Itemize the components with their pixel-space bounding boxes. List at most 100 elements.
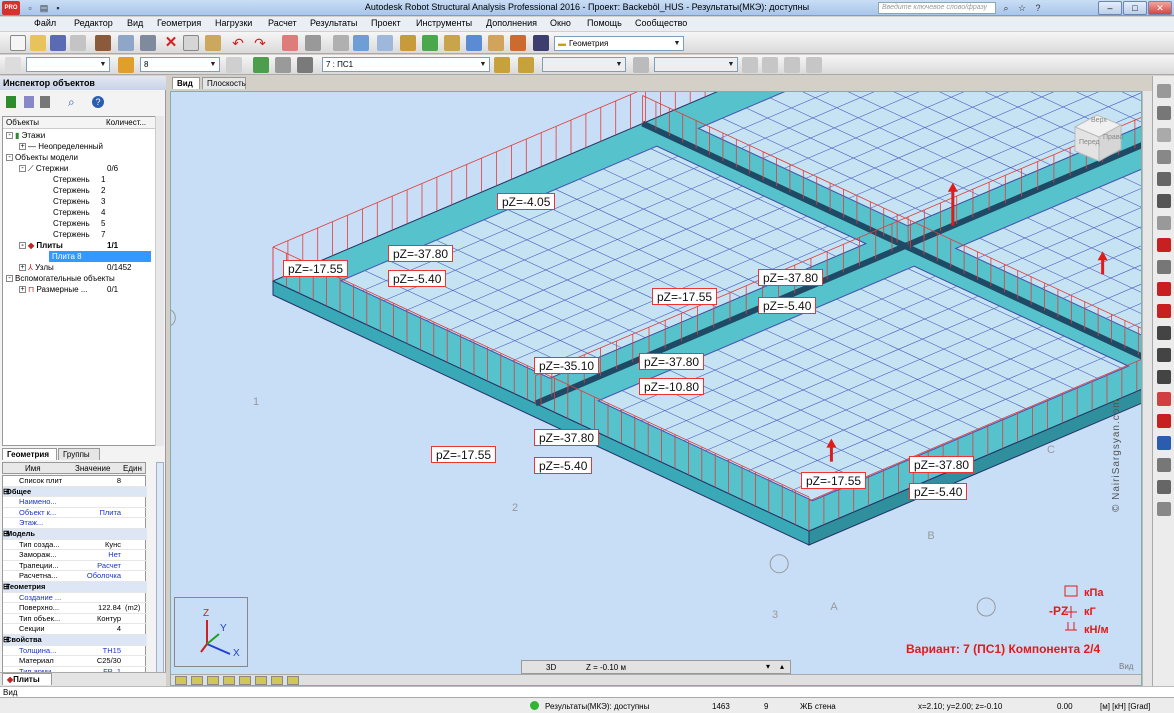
tool-1-icon[interactable] [1157, 84, 1171, 98]
view-option-7-icon[interactable] [271, 676, 283, 685]
node-list-input[interactable]: ▼ [26, 57, 110, 72]
property-row[interactable]: Трапеции... Расчет [3, 561, 147, 572]
collapse-icon[interactable]: - [19, 165, 26, 173]
tool-15-icon[interactable] [1157, 392, 1171, 406]
chevron-down-icon[interactable]: ▾ [766, 662, 770, 671]
tool-13-icon[interactable] [1157, 348, 1171, 362]
case-list-icon[interactable] [297, 57, 313, 73]
bar-selection-icon[interactable] [118, 57, 134, 73]
structure-icon[interactable] [742, 57, 758, 73]
layout-select[interactable]: ▬ Геометрия ▼ [554, 36, 684, 51]
property-value[interactable]: 8 [75, 476, 121, 486]
property-row[interactable]: Объект к... Плита [3, 508, 147, 519]
property-row[interactable]: Создание ... [3, 593, 147, 604]
tree-item-undefined[interactable]: + — Неопределенный [19, 141, 103, 152]
redo-icon[interactable]: ↷ [252, 35, 268, 51]
minimize-button[interactable]: – [1098, 1, 1122, 15]
wrench-icon[interactable] [510, 35, 526, 51]
component-icon[interactable] [518, 57, 534, 73]
screenshot-icon[interactable] [140, 35, 156, 51]
tree-item-slabs[interactable]: - ◆ Плиты [19, 240, 63, 251]
menu-design[interactable]: Проект [371, 18, 401, 28]
node-selection-icon[interactable] [5, 57, 21, 73]
tab-view[interactable]: Вид [172, 77, 200, 89]
mode-icon[interactable] [633, 57, 649, 73]
command-line[interactable]: Вид [0, 686, 1174, 697]
tool-20-icon[interactable] [1157, 502, 1171, 516]
property-row[interactable]: Список плит 8 [3, 476, 147, 487]
menu-addons[interactable]: Дополнения [486, 18, 537, 28]
property-section[interactable]: ⊟ Модель [3, 529, 147, 540]
menu-help[interactable]: Помощь [587, 18, 622, 28]
view-option-2-icon[interactable] [191, 676, 203, 685]
status-units[interactable]: [м] [кН] [Grad] [1100, 702, 1150, 711]
filter-icon[interactable] [24, 96, 34, 108]
component-select[interactable]: ▼ [542, 57, 626, 72]
menu-edit[interactable]: Редактор [74, 18, 113, 28]
property-value[interactable]: 122.84 [75, 603, 121, 613]
measure-icon[interactable] [466, 35, 482, 51]
case-selection-icon[interactable] [253, 57, 269, 73]
property-value[interactable]: Нет [75, 550, 121, 560]
tree-item-bar[interactable]: Стержень [53, 229, 90, 240]
expand-icon[interactable]: + [19, 143, 26, 151]
property-row[interactable]: Секции 4 [3, 624, 147, 635]
tab-geometry[interactable]: Геометрия [2, 448, 57, 460]
view-cube[interactable]: Верх Перед Право [1069, 107, 1131, 163]
view-cube-top[interactable]: Верх [1091, 117, 1107, 124]
menu-geometry[interactable]: Геометрия [157, 18, 201, 28]
menu-community[interactable]: Сообщество [635, 18, 687, 28]
tree-icon[interactable] [6, 96, 16, 108]
columns-icon[interactable] [40, 96, 50, 108]
view-option-1-icon[interactable] [175, 676, 187, 685]
property-row[interactable]: Заморaж... Нет [3, 550, 147, 561]
property-row[interactable]: Материал C25/30 [3, 656, 147, 667]
paste-icon[interactable] [205, 35, 221, 51]
property-value[interactable]: Кунс [75, 540, 121, 550]
tool-19-icon[interactable] [1157, 480, 1171, 494]
property-row[interactable]: Расчетна... Оболочка [3, 571, 147, 582]
tree-item-dimensions[interactable]: + ⊓ Размерные ... [19, 284, 88, 295]
property-value[interactable]: TH15 [75, 646, 121, 656]
tool-10-icon[interactable] [1157, 282, 1171, 296]
chart-icon[interactable] [488, 35, 504, 51]
mode-select[interactable]: ▼ [654, 57, 738, 72]
collapse-icon[interactable]: - [6, 132, 13, 140]
property-row[interactable]: Поверхно... 122.84 (m2) [3, 603, 147, 614]
tool-18-icon[interactable] [1157, 458, 1171, 472]
tool-12-icon[interactable] [1157, 326, 1171, 340]
view-option-8-icon[interactable] [287, 676, 299, 685]
collapse-icon[interactable]: - [6, 275, 13, 283]
tree-header-objects[interactable]: Объекты [6, 118, 39, 127]
tool-5-icon[interactable] [1157, 172, 1171, 186]
level-value[interactable]: Z = -0.10 м [586, 663, 626, 672]
tool-4-icon[interactable] [1157, 150, 1171, 164]
tool-7-icon[interactable] [1157, 216, 1171, 230]
print-icon[interactable] [70, 35, 86, 51]
case-icon[interactable] [275, 57, 291, 73]
tree-item-aux-objects[interactable]: - Вспомогательные объекты [6, 273, 115, 284]
property-row[interactable]: Тип созда... Кунс [3, 540, 147, 551]
tree-item-bar[interactable]: Стержень [53, 196, 90, 207]
tree-item-stories[interactable]: - ▮ Этажи [6, 130, 45, 141]
chevron-up-icon[interactable]: ▴ [780, 662, 784, 671]
property-row[interactable]: Наимено... [3, 497, 147, 508]
property-row[interactable]: Тип объек... Контур [3, 614, 147, 625]
property-value[interactable]: Контур [75, 614, 121, 624]
property-value[interactable]: 4 [75, 624, 121, 634]
search-input[interactable]: Введите ключевое слово/фразу [878, 2, 996, 14]
property-value[interactable]: Расчет [75, 561, 121, 571]
design-icon[interactable] [444, 35, 460, 51]
tool-17-icon[interactable] [1157, 436, 1171, 450]
collapse-icon[interactable]: - [19, 242, 26, 250]
view-cube-front[interactable]: Перед [1079, 139, 1100, 146]
menu-view[interactable]: Вид [127, 18, 143, 28]
structure-copy-icon[interactable] [762, 57, 778, 73]
graph-icon[interactable] [422, 35, 438, 51]
maximize-button[interactable]: □ [1123, 1, 1147, 15]
property-section[interactable]: ⊟ Общее [3, 486, 147, 498]
expand-icon[interactable]: + [19, 286, 26, 294]
zoom-icon[interactable] [353, 35, 369, 51]
menu-analysis[interactable]: Расчет [268, 18, 297, 28]
tree-item-model-objects[interactable]: - Объекты модели [6, 152, 78, 163]
